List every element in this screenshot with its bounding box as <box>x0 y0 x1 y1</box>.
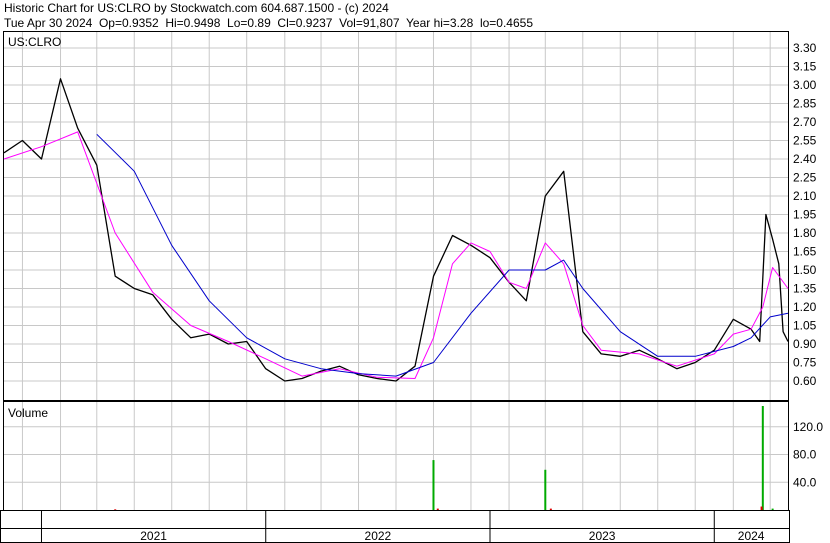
price-tick-label: 2.40 <box>793 152 817 166</box>
price-tick-label: 2.55 <box>793 134 817 148</box>
volume-bar <box>544 469 547 510</box>
volume-tick-label: 80.0 <box>793 448 817 462</box>
price-tick-label: 2.85 <box>793 97 817 111</box>
stock-chart: 3.30 3.15 3.00 2.85 2.70 2.55 2.40 2.25 2.10 1.95… <box>0 31 823 543</box>
volume-bar <box>549 508 552 510</box>
price-tick-label: 3.00 <box>793 78 817 92</box>
volume-tick-label: 120.0 <box>793 420 823 434</box>
price-tick-label: 1.65 <box>793 245 817 259</box>
price-tick-label: 1.80 <box>793 226 817 240</box>
volume-bar <box>432 460 435 510</box>
price-tick-label: 3.30 <box>793 41 817 55</box>
price-tick-label: 1.50 <box>793 263 817 277</box>
price-tick-label: 0.60 <box>793 374 817 388</box>
time-axis-frame <box>0 510 790 543</box>
axis-ticks: 3.30 3.15 3.00 2.85 2.70 2.55 2.40 2.25 2.10 1.95… <box>793 41 823 489</box>
year-label: 2022 <box>365 529 392 543</box>
volume-bar <box>114 509 117 510</box>
price-tick-label: 0.90 <box>793 337 817 351</box>
price-tick-label: 1.20 <box>793 300 817 314</box>
year-label: 2023 <box>589 529 616 543</box>
volume-bar <box>760 506 763 510</box>
volume-bar <box>761 406 764 510</box>
price-tick-label: 2.10 <box>793 189 817 203</box>
year-label: 2024 <box>738 529 765 543</box>
price-tick-label: 2.25 <box>793 171 817 185</box>
volume-tick-label: 40.0 <box>793 475 817 489</box>
price-tick-label: 1.35 <box>793 282 817 296</box>
volume-bar <box>436 508 439 510</box>
symbol-label: US:CLRO <box>8 35 61 49</box>
year-label: 2021 <box>140 529 167 543</box>
price-tick-label: 2.70 <box>793 115 817 129</box>
price-tick-label: 0.75 <box>793 356 817 370</box>
price-tick-label: 1.95 <box>793 208 817 222</box>
price-tick-label: 1.05 <box>793 319 817 333</box>
volume-bar <box>771 508 774 510</box>
volume-label: Volume <box>8 406 48 420</box>
price-tick-label: 3.15 <box>793 60 817 74</box>
